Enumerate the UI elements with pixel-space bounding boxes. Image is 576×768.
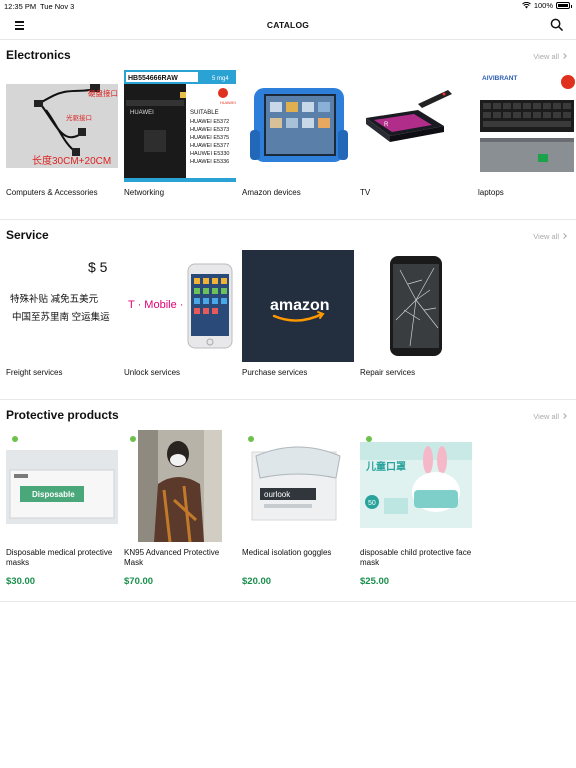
section-title: Protective products: [6, 408, 119, 422]
category-image: 硬盘接口 光驱接口 长度30CM+20CM: [6, 70, 118, 182]
product-card[interactable]: KN95 Advanced Protective Mask $70.00: [124, 430, 236, 595]
view-all-link[interactable]: View all: [533, 232, 567, 241]
product-card[interactable]: Disposable Disposable medical protective…: [6, 430, 118, 595]
product-price: $25.00: [360, 576, 390, 587]
status-time: 12:35 PM: [4, 2, 37, 11]
availability-dot: [248, 436, 254, 442]
category-label: laptops: [478, 188, 504, 197]
product-name: Medical isolation goggles: [242, 548, 332, 557]
svg-text:HUAWEI E5377: HUAWEI E5377: [190, 143, 229, 149]
svg-text:特殊补贴 减免五美元: 特殊补贴 减免五美元: [10, 293, 99, 305]
section-title: Electronics: [6, 48, 71, 62]
category-image: HB554666RAW 5 mg4 HUAWEI HUAWEI SUITABLE…: [124, 70, 236, 182]
category-label: Networking: [124, 188, 165, 197]
category-item[interactable]: HB554666RAW 5 mg4 HUAWEI HUAWEI SUITABLE…: [124, 70, 236, 198]
svg-text:HUAWEI E5373: HUAWEI E5373: [190, 127, 229, 133]
svg-text:HUAWEI E5372: HUAWEI E5372: [190, 119, 229, 125]
category-item[interactable]: Amazon devices: [242, 70, 354, 198]
svg-text:HB554666RAW: HB554666RAW: [128, 75, 178, 82]
category-item[interactable]: 硬盘接口 光驱接口 长度30CM+20CM Computers & Access…: [6, 70, 118, 198]
battery-percent: 100%: [533, 1, 553, 10]
view-all-link[interactable]: View all: [533, 412, 567, 421]
svg-text:儿童口罩: 儿童口罩: [365, 460, 406, 473]
service-image: T · Mobile ·: [124, 250, 236, 362]
svg-text:R: R: [384, 122, 389, 128]
service-label: Unlock services: [124, 368, 181, 377]
chevron-right-icon: [561, 413, 567, 419]
product-image: [124, 430, 236, 542]
battery-icon: [556, 2, 572, 9]
service-image: [360, 250, 472, 362]
product-card[interactable]: ourlook Medical isolation goggles $20.00: [242, 430, 354, 595]
category-label: Amazon devices: [242, 188, 301, 197]
svg-text:HUAWEI E5375: HUAWEI E5375: [190, 135, 229, 141]
svg-text:长度30CM+20CM: 长度30CM+20CM: [32, 154, 111, 167]
product-price: $30.00: [6, 576, 36, 587]
category-label: TV: [360, 188, 371, 197]
section-title: Service: [6, 228, 49, 242]
svg-text:HUAWEI: HUAWEI: [130, 110, 154, 116]
svg-text:amazon: amazon: [270, 297, 330, 314]
category-item[interactable]: R TV: [360, 70, 472, 198]
product-image: 儿童口罩 50: [360, 430, 472, 542]
svg-text:ourlook: ourlook: [264, 490, 291, 499]
wifi-icon: [521, 2, 531, 9]
svg-text:$ 5: $ 5: [88, 259, 108, 275]
product-name: Disposable medical protective masks: [6, 548, 113, 567]
view-all-link[interactable]: View all: [533, 52, 567, 61]
search-button[interactable]: [550, 18, 564, 32]
svg-text:Disposable: Disposable: [32, 490, 75, 499]
product-image: ourlook: [242, 430, 354, 542]
svg-text:50: 50: [368, 500, 376, 507]
chevron-right-icon: [561, 53, 567, 59]
product-price: $20.00: [242, 576, 272, 587]
service-image: $ 5 特殊补贴 减免五美元 中国至苏里南 空运集运: [6, 250, 118, 362]
product-card[interactable]: 儿童口罩 50 disposable child protective face…: [360, 430, 472, 595]
category-image: [242, 70, 354, 182]
search-icon: [550, 18, 563, 31]
product-price: $70.00: [124, 576, 154, 587]
category-label: Computers & Accessories: [6, 188, 98, 197]
service-image: amazon: [242, 250, 354, 362]
status-date: Tue Nov 3: [40, 2, 75, 11]
category-image: AIVIBRANT: [478, 70, 576, 182]
status-right: 100%: [521, 1, 572, 10]
product-name: KN95 Advanced Protective Mask: [124, 548, 220, 567]
section-protective-products: Protective products View all Disposable …: [0, 408, 576, 602]
service-item[interactable]: $ 5 特殊补贴 减免五美元 中国至苏里南 空运集运 Freight servi…: [6, 250, 118, 378]
product-name: disposable child protective face mask: [360, 548, 472, 567]
svg-text:HUAWEI E5336: HUAWEI E5336: [190, 159, 229, 165]
product-image: Disposable: [6, 430, 118, 542]
nav-bar: CATALOG: [0, 12, 576, 40]
availability-dot: [12, 436, 18, 442]
category-image: R: [360, 70, 472, 182]
svg-text:HUAWEI: HUAWEI: [220, 100, 236, 105]
svg-text:硬盘接口: 硬盘接口: [88, 88, 118, 98]
svg-text:光驱接口: 光驱接口: [66, 113, 92, 122]
status-bar: 12:35 PM Tue Nov 3 100%: [0, 0, 576, 12]
chevron-right-icon: [561, 233, 567, 239]
svg-text:5 mg4: 5 mg4: [212, 76, 229, 82]
svg-text:AIVIBRANT: AIVIBRANT: [482, 75, 517, 82]
svg-text:SUITABLE: SUITABLE: [190, 110, 219, 116]
service-item[interactable]: Repair services: [360, 250, 472, 378]
section-electronics: Electronics View all 硬盘接口 光驱接口 长度30CM+20…: [0, 48, 576, 220]
availability-dot: [366, 436, 372, 442]
page-title: CATALOG: [266, 20, 310, 30]
service-label: Purchase services: [242, 368, 308, 377]
service-label: Repair services: [360, 368, 416, 377]
svg-text:HAUWEI E5330: HAUWEI E5330: [190, 151, 229, 157]
svg-text:T · Mobile ·: T · Mobile ·: [128, 299, 183, 311]
service-label: Freight services: [6, 368, 63, 377]
category-item[interactable]: AIVIBRANT laptops: [478, 70, 576, 198]
availability-dot: [130, 436, 136, 442]
section-service: Service View all $ 5 特殊补贴 减免五美元 中国至苏里南 空…: [0, 228, 576, 400]
svg-text:中国至苏里南 空运集运: 中国至苏里南 空运集运: [12, 311, 110, 323]
service-item[interactable]: T · Mobile · Unlock services: [124, 250, 236, 378]
service-item[interactable]: amazon Purchase services: [242, 250, 354, 378]
